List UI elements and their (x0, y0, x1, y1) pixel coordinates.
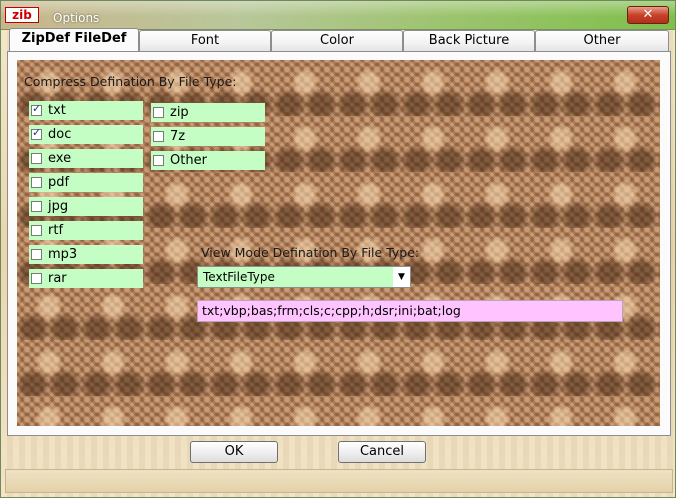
tab-back-picture[interactable]: Back Picture (403, 30, 535, 51)
tab-other[interactable]: Other (535, 30, 669, 51)
checkbox-box[interactable] (31, 225, 42, 236)
checkbox-label: doc (48, 127, 72, 142)
checkbox-txt[interactable]: txt (29, 101, 143, 120)
file-type-dropdown[interactable]: TextFileType ▼ (197, 266, 411, 288)
chevron-down-icon[interactable]: ▼ (393, 267, 410, 287)
checkbox-label: 7z (170, 129, 186, 144)
window-title: Options (53, 11, 100, 25)
ok-button[interactable]: OK (190, 441, 278, 463)
checkbox-box[interactable] (31, 102, 42, 116)
checkbox-box[interactable] (153, 155, 164, 166)
checkbox-label: mp3 (48, 247, 78, 262)
checkbox-label: exe (48, 151, 72, 166)
tab-color[interactable]: Color (271, 30, 403, 51)
checkbox-box[interactable] (31, 177, 42, 188)
checkbox-label: rar (48, 271, 67, 286)
checkbox-box[interactable] (153, 131, 164, 142)
checkbox-rar[interactable]: rar (29, 269, 143, 288)
checkbox-box[interactable] (153, 107, 164, 118)
checkbox-label: Other (170, 153, 207, 168)
checkbox-label: txt (48, 103, 66, 118)
checkbox-rtf[interactable]: rtf (29, 221, 143, 240)
checkbox-box[interactable] (31, 153, 42, 164)
title-bar[interactable]: zib Options ✕ (1, 1, 675, 30)
checkbox-label: rtf (48, 223, 64, 238)
checkbox-box[interactable] (31, 126, 42, 140)
tab-strip: ZipDef FileDef Font Color Back Picture O… (7, 28, 671, 51)
checkbox-box[interactable] (31, 201, 42, 212)
checkbox-jpg[interactable]: jpg (29, 197, 143, 216)
app-logo-icon: zib (5, 7, 39, 23)
dropdown-value: TextFileType (203, 270, 275, 284)
close-button[interactable]: ✕ (627, 6, 669, 24)
checkbox-label: pdf (48, 175, 70, 190)
checkbox-other[interactable]: Other (151, 151, 265, 170)
bottom-strip (5, 469, 673, 493)
extensions-field[interactable]: txt;vbp;bas;frm;cls;c;cpp;h;dsr;ini;bat;… (197, 300, 623, 322)
checkbox-box[interactable] (31, 273, 42, 284)
tab-zipdef-filedef[interactable]: ZipDef FileDef (9, 28, 139, 51)
checkbox-exe[interactable]: exe (29, 149, 143, 168)
checkbox-label: zip (170, 105, 189, 120)
options-window: zib Options ✕ ZipDef FileDef Font Color … (0, 0, 676, 498)
tab-font[interactable]: Font (139, 30, 271, 51)
background-picture: Compress Defination By File Type: txt do… (17, 60, 660, 426)
checkbox-7z[interactable]: 7z (151, 127, 265, 146)
checkbox-mp3[interactable]: mp3 (29, 245, 143, 264)
tab-panel: Compress Defination By File Type: txt do… (7, 51, 671, 436)
compress-heading: Compress Defination By File Type: (24, 74, 237, 89)
checkbox-zip[interactable]: zip (151, 103, 265, 122)
viewmode-heading: View Mode Defination By File Type: (201, 245, 420, 260)
checkbox-doc[interactable]: doc (29, 125, 143, 144)
cancel-button[interactable]: Cancel (338, 441, 426, 463)
checkbox-label: jpg (48, 199, 69, 214)
checkbox-pdf[interactable]: pdf (29, 173, 143, 192)
checkbox-box[interactable] (31, 249, 42, 260)
